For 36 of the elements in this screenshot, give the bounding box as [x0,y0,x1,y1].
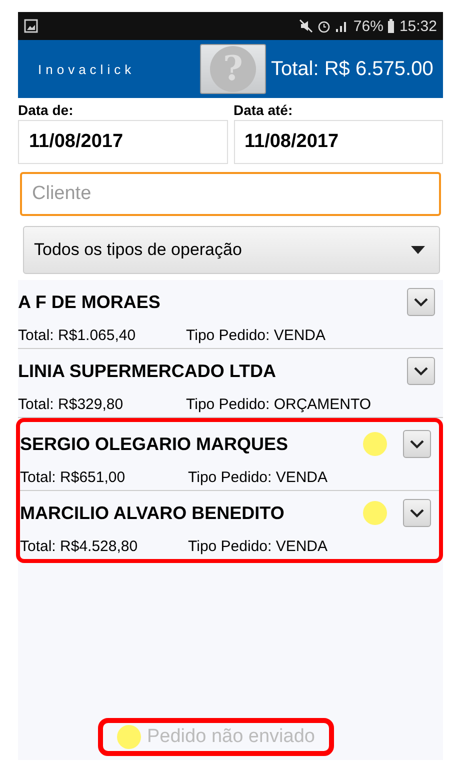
legend-text: Pedido não enviado [147,726,315,748]
mute-icon [299,19,314,33]
order-total: Total: R$1.065,40 [18,326,137,344]
order-type: Tipo Pedido: VENDA [188,468,328,486]
expand-button[interactable] [403,430,431,458]
order-type: Tipo Pedido: VENDA [186,326,326,344]
dropdown-arrow-icon [411,246,425,254]
battery-percentage: 76% [353,18,384,34]
date-to-field[interactable]: 11/08/2017 [234,120,443,164]
chevron-down-icon [410,508,424,518]
order-total: Total: R$329,80 [18,396,124,412]
order-total: Total: R$4.528,80 [20,538,139,554]
client-name: MARCILIO ALVARO BENEDITO [20,502,286,524]
chevron-down-icon [414,366,428,376]
order-type: Tipo Pedido: ORÇAMENTO [186,396,372,412]
total-amount: Total: R$ 6.575.00 [271,58,434,80]
order-total: Total: R$651,00 [20,468,126,486]
client-name: SERGIO OLEGARIO MARQUES [20,434,290,454]
expand-button[interactable] [403,499,431,527]
date-from-field[interactable]: 11/08/2017 [18,120,228,164]
client-field[interactable]: Cliente [20,172,441,216]
chevron-down-icon [414,298,428,306]
order-type: Tipo Pedido: VENDA [188,538,328,554]
image-icon [24,19,38,33]
chevron-down-icon [410,440,424,448]
expand-button[interactable] [407,357,435,385]
client-name: A F DE MORAES [18,292,162,312]
date-to-label: Data até: [234,101,294,120]
date-from-label: Data de: [18,101,74,120]
client-name: LINIA SUPERMERCADO LTDA [18,360,277,382]
operation-dropdown[interactable]: Todos os tipos de operação [23,226,440,274]
app-title: Inovaclick [37,62,136,76]
expand-button[interactable] [407,288,435,316]
alarm-icon [317,19,332,33]
clock-time: 15:32 [399,18,437,34]
battery-icon [387,19,396,33]
